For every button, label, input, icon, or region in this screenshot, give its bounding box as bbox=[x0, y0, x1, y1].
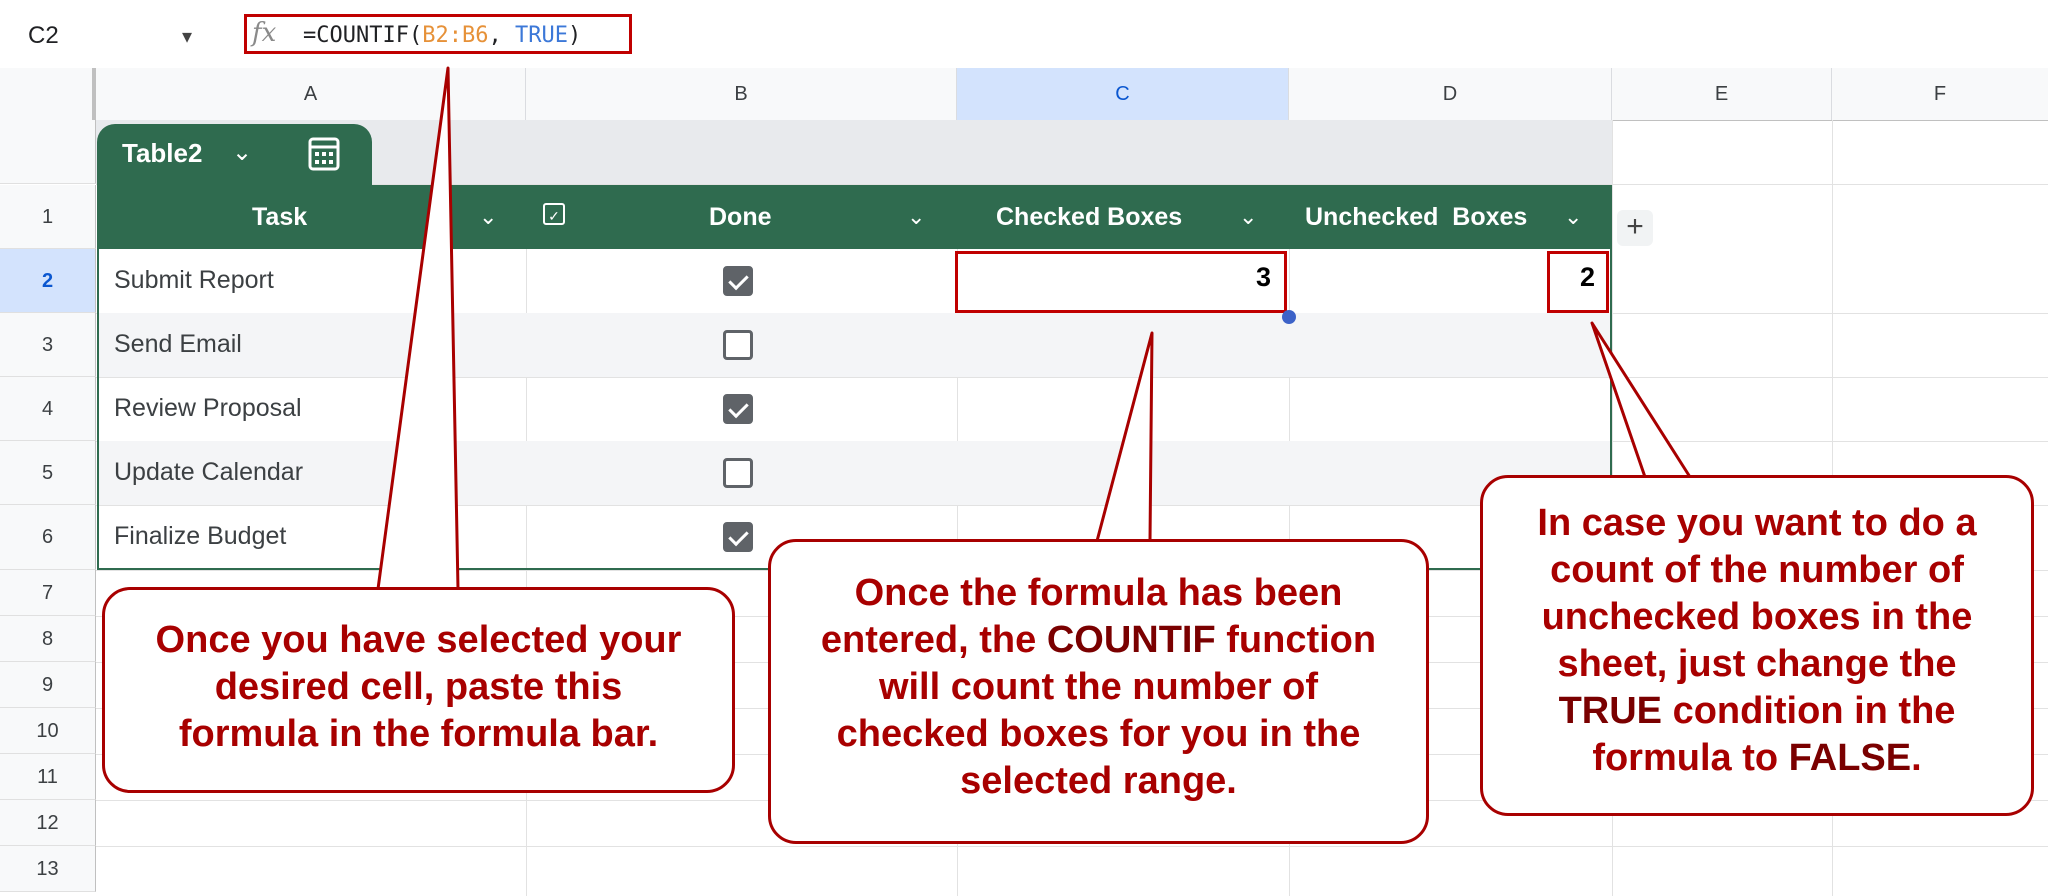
callout-right-line: TRUE condition in the bbox=[1483, 688, 2031, 735]
row-header-3[interactable]: 3 bbox=[0, 313, 96, 377]
formula-argument: TRUE bbox=[514, 23, 568, 48]
done-checkbox[interactable] bbox=[723, 266, 753, 296]
formula-separator: , bbox=[488, 23, 515, 48]
false-keyword: FALSE bbox=[1788, 737, 1912, 779]
callout-right-line: formula to FALSE. bbox=[1483, 735, 2031, 782]
header-task[interactable]: Task bbox=[252, 185, 307, 249]
callout-middle-line: Once the formula has been bbox=[854, 572, 1343, 614]
task-cell[interactable]: Review Proposal bbox=[114, 394, 302, 423]
callout-text: entered, the bbox=[820, 619, 1047, 661]
callout-middle-line: selected range. bbox=[960, 760, 1237, 802]
callout-left: Once you have selected your desired cell… bbox=[102, 587, 735, 793]
formula-suffix: ) bbox=[567, 23, 582, 48]
callout-text: function bbox=[1215, 619, 1377, 661]
formula-range: B2:B6 bbox=[422, 23, 489, 48]
callout-middle-line: will count the number of bbox=[878, 666, 1319, 708]
column-header-d[interactable]: D bbox=[1289, 68, 1612, 120]
callout-left-line: formula in the formula bar. bbox=[178, 713, 659, 755]
column-header-row: A B C D E F bbox=[0, 68, 2048, 121]
callout-text: condition in the bbox=[1662, 690, 1956, 732]
header-done[interactable]: Done bbox=[709, 185, 772, 249]
row-header-2[interactable]: 2 bbox=[0, 249, 96, 313]
countif-keyword: COUNTIF bbox=[1046, 619, 1216, 661]
callout-right-line: count of the number of bbox=[1550, 549, 1964, 591]
callout-text: . bbox=[1911, 737, 1922, 779]
table-name[interactable]: Table2 bbox=[122, 138, 202, 169]
callout-right-line: unchecked boxes in the bbox=[1541, 596, 1973, 638]
table-summary-calculator-icon[interactable] bbox=[307, 136, 341, 172]
task-cell[interactable]: Update Calendar bbox=[114, 458, 303, 487]
formula-prefix: =COUNTIF( bbox=[303, 23, 423, 48]
row-header-11[interactable]: 11 bbox=[0, 754, 96, 800]
checked-count-value: 3 bbox=[1255, 262, 1271, 292]
callout-middle-line: entered, the COUNTIF function bbox=[771, 617, 1426, 664]
fill-handle[interactable] bbox=[1282, 310, 1296, 324]
column-header-c[interactable]: C bbox=[957, 68, 1289, 120]
name-box-dropdown-icon[interactable]: ▾ bbox=[182, 24, 192, 49]
name-box[interactable]: C2 bbox=[28, 22, 59, 50]
unchecked-column-dropdown-icon[interactable]: ⌄ bbox=[1564, 185, 1582, 249]
row-header-7[interactable]: 7 bbox=[0, 570, 96, 616]
done-checkbox[interactable] bbox=[723, 458, 753, 488]
table-body-frame bbox=[97, 249, 1612, 570]
done-column-dropdown-icon[interactable]: ⌄ bbox=[907, 185, 925, 249]
task-cell[interactable]: Send Email bbox=[114, 330, 242, 359]
callout-right-line: In case you want to do a bbox=[1537, 502, 1977, 544]
header-unchecked-boxes[interactable]: Unchecked Boxes bbox=[1305, 185, 1527, 249]
row-header-1[interactable]: 1 bbox=[0, 185, 96, 249]
row-header-5[interactable]: 5 bbox=[0, 441, 96, 505]
callout-middle-line: checked boxes for you in the bbox=[836, 713, 1361, 755]
row-header-10[interactable]: 10 bbox=[0, 708, 96, 754]
column-header-b[interactable]: B bbox=[526, 68, 957, 120]
done-checkbox[interactable] bbox=[723, 522, 753, 552]
row-header-blank bbox=[0, 120, 96, 184]
header-checked-boxes[interactable]: Checked Boxes bbox=[996, 185, 1182, 249]
callout-text: formula to bbox=[1592, 737, 1789, 779]
row-header-6[interactable]: 6 bbox=[0, 505, 96, 570]
select-all-corner[interactable] bbox=[0, 68, 96, 120]
row-header-8[interactable]: 8 bbox=[0, 616, 96, 662]
row-header-13[interactable]: 13 bbox=[0, 846, 96, 892]
unchecked-count-value: 2 bbox=[1579, 262, 1595, 292]
table-menu-chevron-icon[interactable]: ⌄ bbox=[232, 138, 252, 167]
row-header-4[interactable]: 4 bbox=[0, 377, 96, 441]
callout-left-line: Once you have selected your bbox=[155, 619, 682, 661]
callout-middle: Once the formula has been entered, the C… bbox=[768, 539, 1429, 844]
grid-line bbox=[96, 846, 2048, 847]
column-header-a[interactable]: A bbox=[96, 68, 526, 120]
callout-left-line: desired cell, paste this bbox=[214, 666, 623, 708]
task-cell[interactable]: Submit Report bbox=[114, 266, 274, 295]
row-header-9[interactable]: 9 bbox=[0, 662, 96, 708]
fx-icon: fx bbox=[252, 18, 277, 48]
checked-column-dropdown-icon[interactable]: ⌄ bbox=[1239, 185, 1257, 249]
done-checkbox[interactable] bbox=[723, 330, 753, 360]
done-checkbox[interactable] bbox=[723, 394, 753, 424]
true-keyword: TRUE bbox=[1558, 690, 1663, 732]
checkbox-type-icon: ✓ bbox=[543, 203, 565, 225]
task-column-dropdown-icon[interactable]: ⌄ bbox=[479, 185, 497, 249]
add-column-button[interactable]: + bbox=[1617, 210, 1653, 246]
formula-input[interactable]: =COUNTIF(B2:B6, TRUE) bbox=[303, 23, 581, 48]
column-header-f[interactable]: F bbox=[1832, 68, 2048, 120]
column-header-e[interactable]: E bbox=[1612, 68, 1832, 120]
callout-right: In case you want to do a count of the nu… bbox=[1480, 475, 2034, 816]
callout-right-line: sheet, just change the bbox=[1557, 643, 1957, 685]
table-header-row: Task ⌄ ✓ Done ⌄ Checked Boxes ⌄ Unchecke… bbox=[97, 185, 1612, 249]
row-header-12[interactable]: 12 bbox=[0, 800, 96, 846]
task-cell[interactable]: Finalize Budget bbox=[114, 522, 286, 551]
